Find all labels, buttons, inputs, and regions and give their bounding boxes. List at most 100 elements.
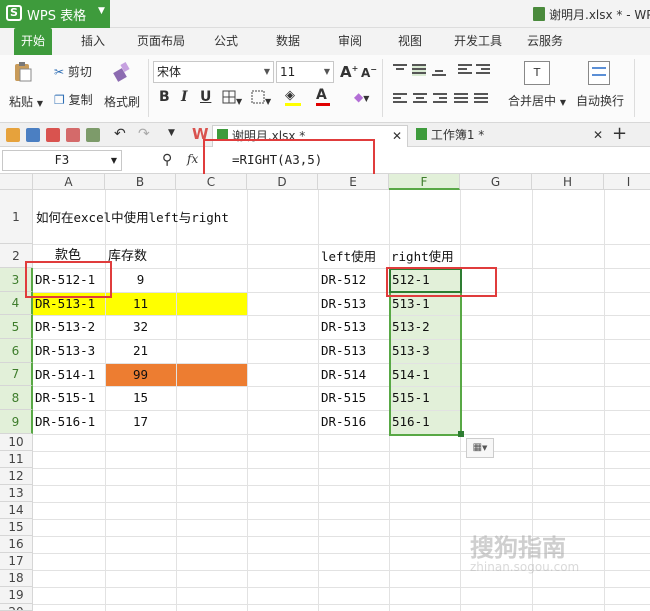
- insert-function-button[interactable]: fx: [187, 152, 198, 166]
- underline-button[interactable]: U: [200, 89, 211, 105]
- print-icon[interactable]: [66, 128, 80, 142]
- justify-icon[interactable]: [454, 93, 468, 105]
- align-top-icon[interactable]: [393, 64, 407, 76]
- row-header[interactable]: 10: [0, 434, 33, 451]
- data-cell[interactable]: DR-516-1: [35, 411, 95, 433]
- font-size-select[interactable]: 11 ▼: [276, 61, 334, 83]
- data-cell[interactable]: 9: [105, 269, 176, 291]
- row-header[interactable]: 1: [0, 190, 33, 244]
- fill-handle[interactable]: [458, 431, 464, 437]
- select-all-corner[interactable]: [0, 174, 33, 190]
- new-tab-icon[interactable]: +: [612, 123, 627, 144]
- row-header-selected[interactable]: 5: [0, 315, 33, 339]
- data-cell[interactable]: DR-514-1: [35, 364, 95, 386]
- data-cell[interactable]: 11: [105, 293, 176, 315]
- column-header-selected[interactable]: F: [389, 174, 460, 190]
- indent-icon[interactable]: [476, 64, 490, 76]
- tab-data[interactable]: 数据: [268, 28, 308, 55]
- align-bottom-icon[interactable]: [432, 66, 446, 78]
- tab-insert[interactable]: 插入: [74, 28, 112, 55]
- align-right-icon[interactable]: [433, 93, 447, 105]
- data-cell[interactable]: DR-513-2: [35, 316, 95, 338]
- close-icon[interactable]: ✕: [392, 126, 402, 146]
- merge-center-icon[interactable]: T: [524, 61, 550, 85]
- data-cell[interactable]: DR-515: [321, 387, 366, 409]
- column-header[interactable]: H: [532, 174, 604, 190]
- wrap-text-icon[interactable]: [588, 61, 610, 85]
- sheet-title-cell[interactable]: 如何在excel中使用left与right: [36, 207, 229, 229]
- row-header[interactable]: 13: [0, 485, 33, 502]
- column-header[interactable]: E: [318, 174, 389, 190]
- paste-button[interactable]: 粘贴 ▼: [9, 93, 43, 110]
- save-icon[interactable]: [26, 128, 40, 142]
- column-header[interactable]: C: [176, 174, 247, 190]
- row-header-selected[interactable]: 9: [0, 410, 33, 434]
- wrap-text-button[interactable]: 自动换行: [576, 92, 624, 109]
- align-center-icon[interactable]: [413, 93, 427, 105]
- search-icon[interactable]: ⚲: [162, 152, 172, 168]
- header-cell[interactable]: right使用: [391, 246, 454, 268]
- data-cell[interactable]: 21: [105, 340, 176, 362]
- row-header[interactable]: 14: [0, 502, 33, 519]
- copy-button[interactable]: ❐ 复制: [54, 91, 93, 108]
- row-header[interactable]: 12: [0, 468, 33, 485]
- italic-button[interactable]: I: [181, 89, 188, 105]
- clear-format-button[interactable]: ◆▼: [354, 90, 369, 104]
- data-cell[interactable]: DR-513: [321, 316, 366, 338]
- data-cell[interactable]: 32: [105, 316, 176, 338]
- tab-page-layout[interactable]: 页面布局: [132, 28, 190, 55]
- undo-icon[interactable]: ↶: [114, 126, 126, 142]
- data-cell[interactable]: DR-512: [321, 269, 366, 291]
- tab-home[interactable]: 开始: [14, 28, 52, 55]
- data-cell[interactable]: DR-513: [321, 293, 366, 315]
- file-tab[interactable]: 工作簿1 * ✕: [412, 125, 608, 147]
- column-header[interactable]: A: [33, 174, 105, 190]
- data-cell[interactable]: DR-515-1: [35, 387, 95, 409]
- data-cell[interactable]: 17: [105, 411, 176, 433]
- row-header[interactable]: 18: [0, 570, 33, 587]
- data-cell[interactable]: DR-514: [321, 364, 366, 386]
- grow-font-button[interactable]: A+: [340, 63, 358, 81]
- format-painter-icon[interactable]: [111, 61, 133, 83]
- row-header[interactable]: 17: [0, 553, 33, 570]
- bold-button[interactable]: B: [159, 89, 170, 105]
- data-cell[interactable]: DR-513: [321, 340, 366, 362]
- format-painter-button[interactable]: 格式刷: [104, 93, 140, 110]
- distribute-icon[interactable]: [474, 93, 488, 105]
- tab-review[interactable]: 审阅: [330, 28, 370, 55]
- column-header[interactable]: D: [247, 174, 318, 190]
- data-cell[interactable]: DR-513-3: [35, 340, 95, 362]
- cell-style-button[interactable]: ▼: [251, 90, 271, 107]
- fill-color-button[interactable]: ◈: [285, 88, 301, 106]
- column-header[interactable]: I: [604, 174, 650, 190]
- header-cell[interactable]: 库存数: [108, 246, 147, 268]
- row-header[interactable]: 11: [0, 451, 33, 468]
- tab-developer[interactable]: 开发工具: [448, 28, 508, 55]
- customize-toolbar-icon[interactable]: ▼: [168, 128, 175, 138]
- align-middle-icon[interactable]: [412, 64, 426, 76]
- print-preview-icon[interactable]: [86, 128, 100, 142]
- row-header-selected[interactable]: 6: [0, 339, 33, 363]
- row-header[interactable]: 15: [0, 519, 33, 536]
- header-cell[interactable]: left使用: [321, 246, 376, 268]
- shrink-font-button[interactable]: A−: [361, 65, 377, 80]
- data-cell[interactable]: DR-516: [321, 411, 366, 433]
- align-left-icon[interactable]: [393, 93, 407, 105]
- row-header[interactable]: 20: [0, 604, 33, 611]
- tab-formulas[interactable]: 公式: [206, 28, 246, 55]
- merge-center-button[interactable]: 合并居中 ▼: [508, 92, 566, 109]
- data-cell[interactable]: 15: [105, 387, 176, 409]
- border-button[interactable]: ▼: [222, 90, 242, 107]
- row-header[interactable]: 16: [0, 536, 33, 553]
- data-cell[interactable]: 99: [105, 364, 176, 386]
- tab-view[interactable]: 视图: [390, 28, 430, 55]
- column-header[interactable]: B: [105, 174, 176, 190]
- tab-cloud[interactable]: 云服务: [520, 28, 570, 55]
- row-header-selected[interactable]: 8: [0, 386, 33, 410]
- open-folder-icon[interactable]: [6, 128, 20, 142]
- orientation-icon[interactable]: [458, 64, 472, 76]
- name-box[interactable]: F3 ▼: [2, 150, 122, 171]
- column-header[interactable]: G: [460, 174, 532, 190]
- close-icon[interactable]: ✕: [593, 125, 603, 145]
- font-name-select[interactable]: 宋体 ▼: [153, 61, 274, 83]
